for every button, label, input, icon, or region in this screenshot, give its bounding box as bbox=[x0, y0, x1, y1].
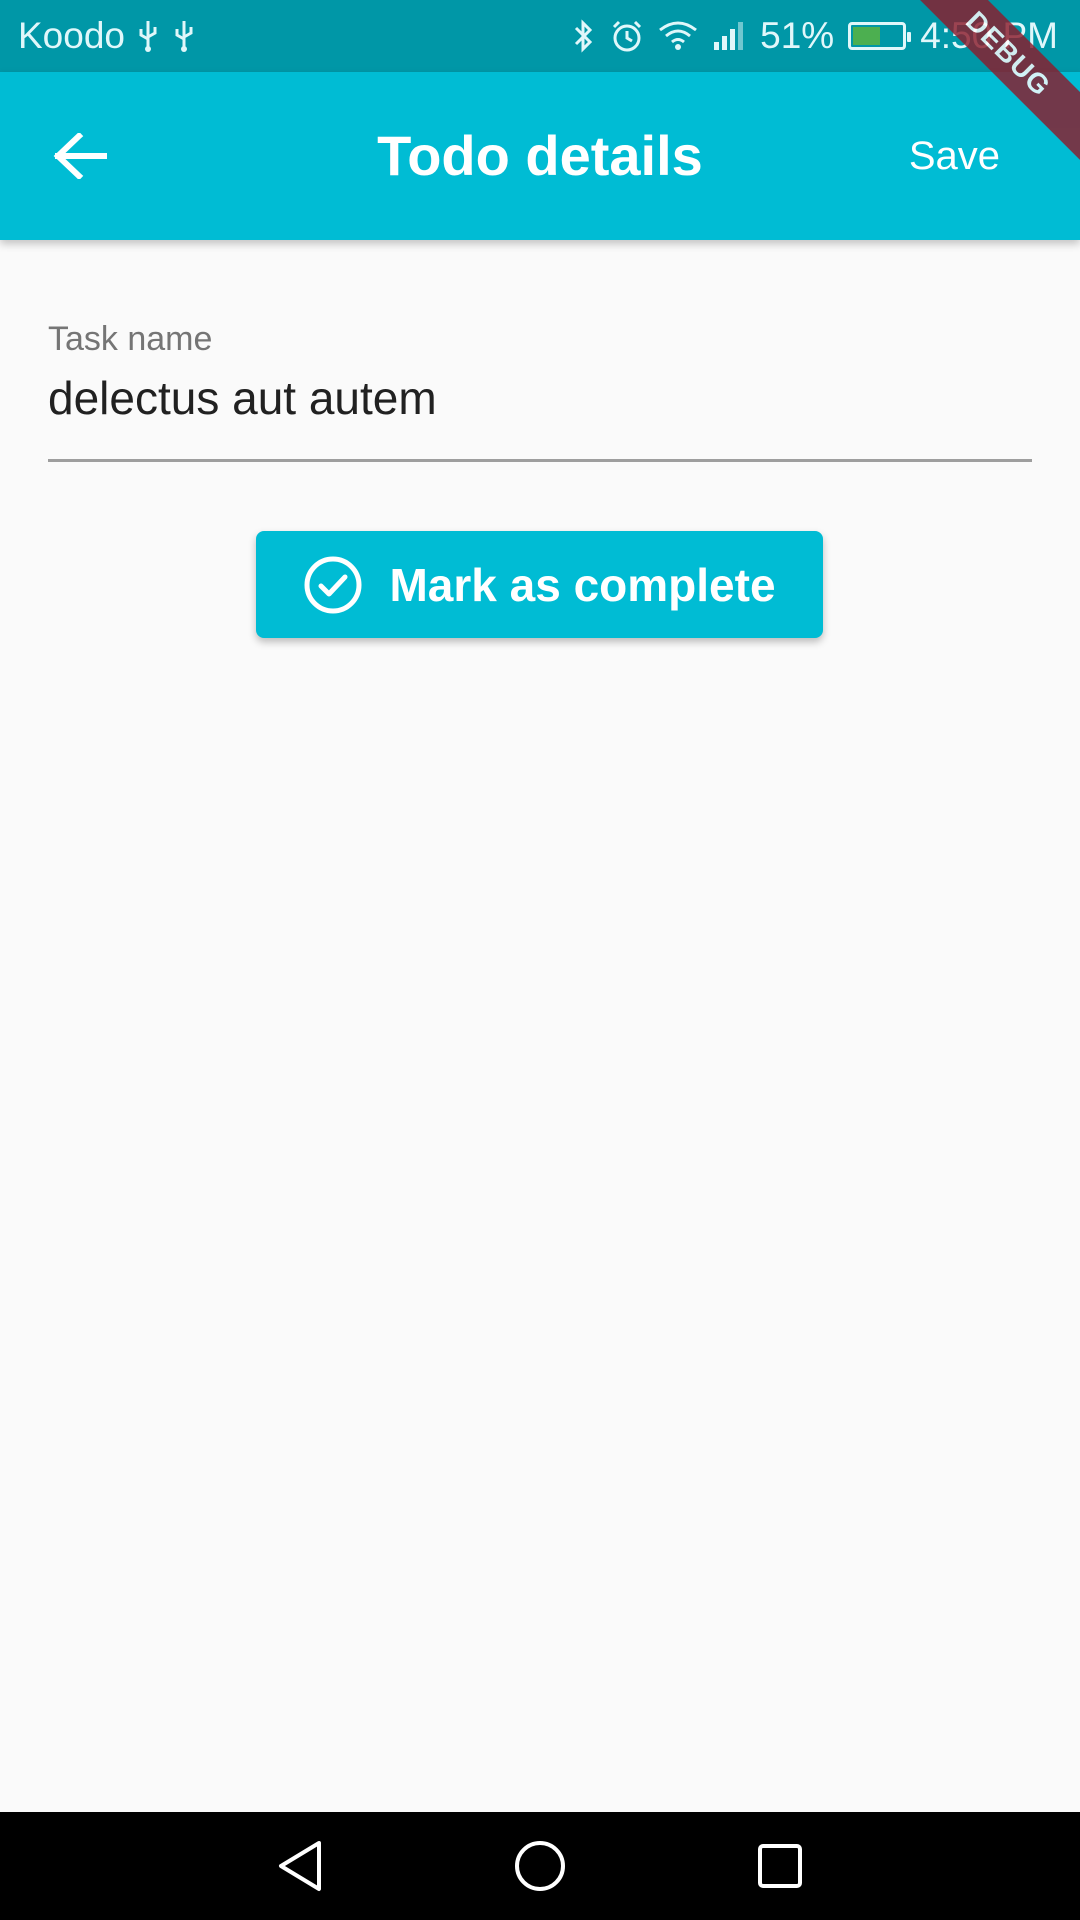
back-triangle-icon[interactable] bbox=[260, 1826, 340, 1906]
save-button[interactable]: Save bbox=[909, 120, 1000, 192]
check-circle-icon bbox=[303, 555, 363, 615]
back-button[interactable] bbox=[40, 120, 120, 192]
battery-icon bbox=[848, 22, 912, 50]
usb-icon bbox=[171, 19, 197, 53]
recents-square-icon[interactable] bbox=[740, 1826, 820, 1906]
bluetooth-icon bbox=[572, 18, 596, 54]
carrier-name: Koodo bbox=[18, 15, 125, 56]
task-name-field: Task name bbox=[48, 320, 1032, 462]
battery-percent: 51% bbox=[760, 15, 835, 56]
home-circle-icon[interactable] bbox=[500, 1826, 580, 1906]
task-name-label: Task name bbox=[48, 320, 213, 358]
signal-icon bbox=[712, 20, 746, 52]
mark-complete-label: Mark as complete bbox=[389, 558, 776, 611]
arrow-back-icon bbox=[53, 133, 107, 179]
system-nav-bar bbox=[0, 1812, 1080, 1920]
alarm-icon bbox=[610, 19, 644, 53]
content-area: Task name Mark as complete bbox=[0, 240, 1080, 1812]
app-bar: Todo details Save bbox=[0, 72, 1080, 240]
usb-icon bbox=[135, 19, 161, 53]
task-name-input[interactable] bbox=[48, 367, 1032, 462]
status-bar: Koodo 51% 4:50 PM bbox=[0, 0, 1080, 72]
mark-complete-button[interactable]: Mark as complete bbox=[256, 531, 823, 638]
wifi-icon bbox=[658, 20, 698, 52]
